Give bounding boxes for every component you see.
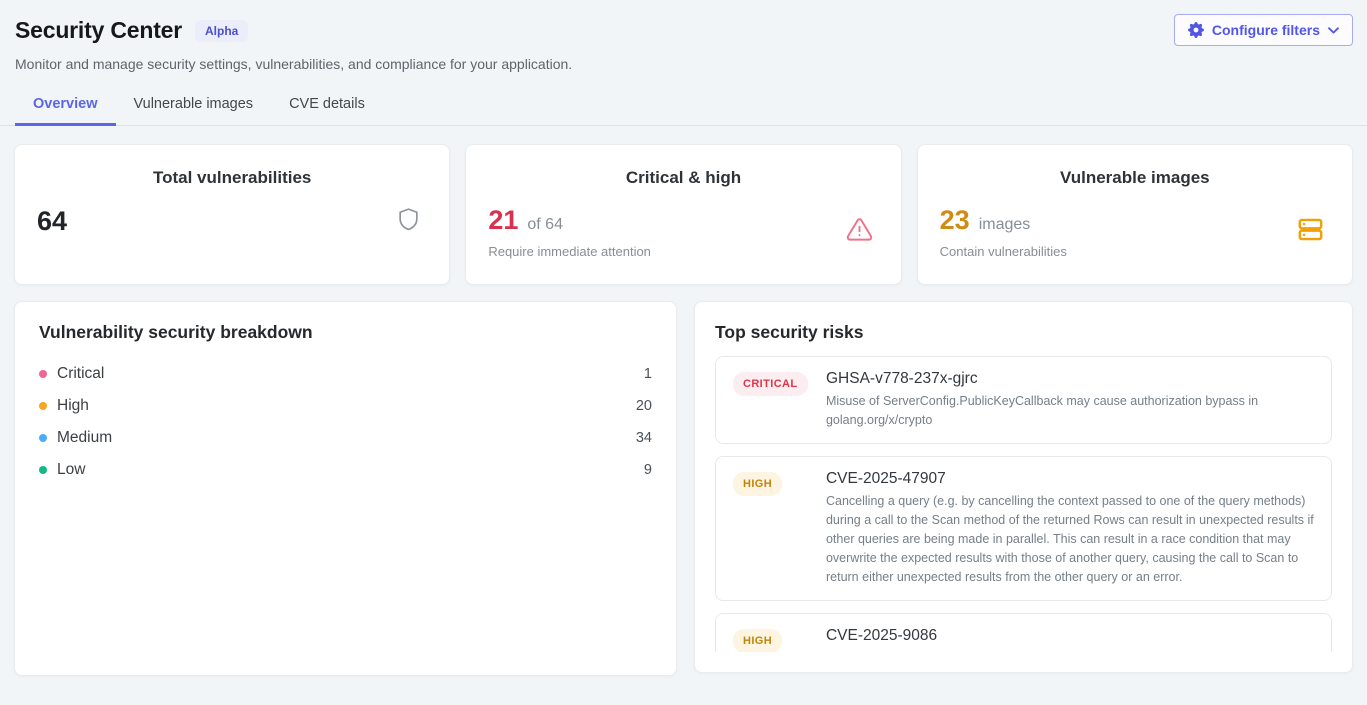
breakdown-label: Critical bbox=[57, 365, 644, 383]
vulnerable-images-value: 23 bbox=[940, 205, 970, 236]
stats-row: Total vulnerabilities 64 Critical & high… bbox=[14, 144, 1353, 285]
breakdown-row-medium: Medium 34 bbox=[39, 422, 652, 454]
panels-row: Vulnerability security breakdown Critica… bbox=[14, 301, 1353, 676]
stat-card-title: Critical & high bbox=[488, 168, 878, 188]
risks-list: CRITICAL GHSA-v778-237x-gjrc Misuse of S… bbox=[715, 356, 1332, 652]
breakdown-row-high: High 20 bbox=[39, 390, 652, 422]
shield-icon bbox=[396, 205, 421, 238]
critical-high-subtext: Require immediate attention bbox=[488, 244, 651, 259]
breakdown-label: High bbox=[57, 397, 636, 415]
breakdown-row-low: Low 9 bbox=[39, 454, 652, 486]
breakdown-value: 1 bbox=[644, 366, 652, 382]
tab-bar: Overview Vulnerable images CVE details bbox=[0, 86, 1367, 126]
breakdown-row-critical: Critical 1 bbox=[39, 358, 652, 390]
gear-icon bbox=[1188, 22, 1204, 38]
low-dot-icon bbox=[39, 466, 47, 474]
breakdown-label: Low bbox=[57, 461, 644, 479]
breakdown-value: 9 bbox=[644, 462, 652, 478]
breakdown-label: Medium bbox=[57, 429, 636, 447]
stat-card-title: Total vulnerabilities bbox=[37, 168, 427, 188]
severity-badge: HIGH bbox=[733, 472, 782, 496]
breakdown-value: 34 bbox=[636, 430, 652, 446]
vulnerability-breakdown-panel: Vulnerability security breakdown Critica… bbox=[14, 301, 677, 676]
risk-id: GHSA-v778-237x-gjrc bbox=[826, 370, 1314, 388]
risk-description: Misuse of ServerConfig.PublicKeyCallback… bbox=[826, 392, 1314, 430]
configure-filters-label: Configure filters bbox=[1212, 22, 1320, 38]
risk-id: CVE-2025-47907 bbox=[826, 470, 1314, 488]
top-risks-title: Top security risks bbox=[715, 322, 1332, 343]
stat-card-title: Vulnerable images bbox=[940, 168, 1330, 188]
page-title: Security Center bbox=[15, 17, 182, 44]
page-header: Security Center Alpha Monitor and manage… bbox=[0, 0, 1367, 72]
severity-badge: HIGH bbox=[733, 629, 782, 652]
risk-card-cve-2025-47907[interactable]: HIGH CVE-2025-47907 Cancelling a query (… bbox=[715, 456, 1332, 601]
critical-dot-icon bbox=[39, 370, 47, 378]
breakdown-title: Vulnerability security breakdown bbox=[39, 322, 652, 343]
alpha-badge: Alpha bbox=[195, 20, 248, 42]
risk-description: Cancelling a query (e.g. by cancelling t… bbox=[826, 492, 1314, 587]
medium-dot-icon bbox=[39, 434, 47, 442]
tab-vulnerable-images[interactable]: Vulnerable images bbox=[116, 86, 272, 125]
tab-overview[interactable]: Overview bbox=[15, 86, 116, 125]
vulnerable-images-subtext: Contain vulnerabilities bbox=[940, 244, 1067, 259]
breakdown-value: 20 bbox=[636, 398, 652, 414]
stat-card-vulnerable-images: Vulnerable images 23 images Contain vuln… bbox=[917, 144, 1353, 285]
tab-cve-details[interactable]: CVE details bbox=[271, 86, 383, 125]
chevron-down-icon bbox=[1328, 27, 1339, 34]
stat-card-critical-high: Critical & high 21 of 64 Require immedia… bbox=[465, 144, 901, 285]
critical-high-value: 21 bbox=[488, 205, 518, 236]
vulnerable-images-suffix: images bbox=[979, 216, 1031, 234]
top-security-risks-panel: Top security risks CRITICAL GHSA-v778-23… bbox=[694, 301, 1353, 673]
high-dot-icon bbox=[39, 402, 47, 410]
alert-triangle-icon bbox=[846, 216, 873, 248]
risk-card-ghsa-v778-237x-gjrc[interactable]: CRITICAL GHSA-v778-237x-gjrc Misuse of S… bbox=[715, 356, 1332, 444]
risk-id: CVE-2025-9086 bbox=[826, 627, 1314, 645]
total-vulnerabilities-value: 64 bbox=[37, 206, 67, 237]
stat-card-total-vulnerabilities: Total vulnerabilities 64 bbox=[14, 144, 450, 285]
server-icon bbox=[1297, 216, 1324, 248]
risk-card-cve-2025-9086[interactable]: HIGH CVE-2025-9086 bbox=[715, 613, 1332, 652]
breakdown-rows: Critical 1 High 20 Medium 34 Low 9 bbox=[39, 358, 652, 486]
severity-badge: CRITICAL bbox=[733, 372, 808, 396]
page-subtitle: Monitor and manage security settings, vu… bbox=[15, 56, 1352, 72]
configure-filters-button[interactable]: Configure filters bbox=[1174, 14, 1353, 46]
critical-high-suffix: of 64 bbox=[527, 216, 563, 234]
